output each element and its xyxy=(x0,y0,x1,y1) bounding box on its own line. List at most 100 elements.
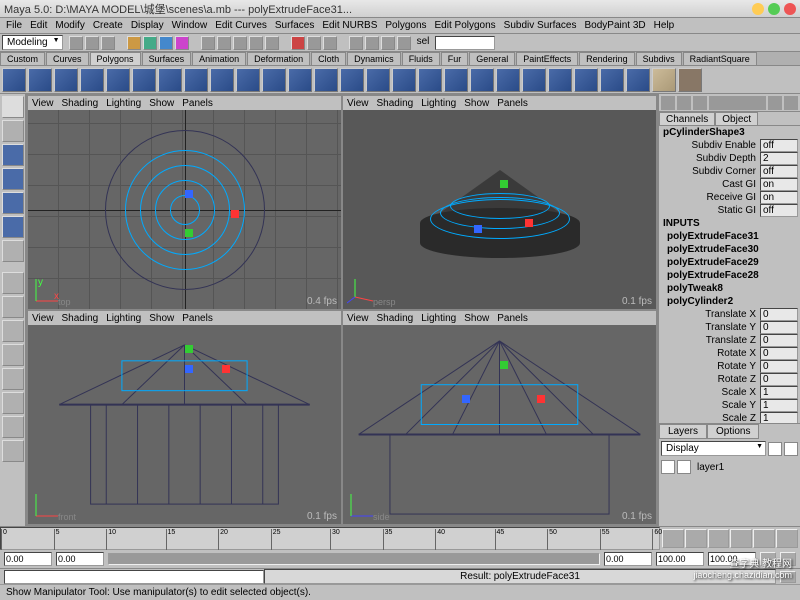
attr-value[interactable]: 1 xyxy=(760,386,798,399)
menu-help[interactable]: Help xyxy=(650,20,679,31)
status-icon[interactable] xyxy=(101,36,115,50)
snap-icon[interactable] xyxy=(249,36,263,50)
status-icon[interactable] xyxy=(69,36,83,50)
poly-tool-icon[interactable] xyxy=(210,68,234,92)
poly-tool-icon[interactable] xyxy=(392,68,416,92)
shelf-tab[interactable]: Dynamics xyxy=(347,52,401,65)
node-name[interactable]: pCylinderShape3 xyxy=(659,126,800,139)
snap-icon[interactable] xyxy=(217,36,231,50)
input-node[interactable]: polyExtrudeFace31 xyxy=(659,230,800,243)
shelf-tab[interactable]: Fluids xyxy=(402,52,440,65)
shelf-tab[interactable]: Surfaces xyxy=(142,52,192,65)
z-handle-icon[interactable] xyxy=(462,395,470,403)
status-icon[interactable] xyxy=(159,36,173,50)
poly-tool-icon[interactable] xyxy=(262,68,286,92)
attr-value[interactable]: 0 xyxy=(760,308,798,321)
mode-selector[interactable]: Modeling xyxy=(2,35,63,50)
poly-tool-icon[interactable] xyxy=(600,68,624,92)
vp-menu-lighting[interactable]: Lighting xyxy=(421,313,456,324)
poly-cone-icon[interactable] xyxy=(80,68,104,92)
vp-menu-view[interactable]: View xyxy=(347,98,369,109)
selection-field[interactable] xyxy=(435,36,495,50)
shelf-tab[interactable]: Animation xyxy=(192,52,246,65)
poly-tool-icon[interactable] xyxy=(366,68,390,92)
layer-type-toggle[interactable] xyxy=(677,460,691,474)
attr-value[interactable]: on xyxy=(760,191,798,204)
vp-menu-show[interactable]: Show xyxy=(149,98,174,109)
play-back-icon[interactable] xyxy=(708,529,730,548)
render-icon[interactable] xyxy=(381,36,395,50)
poly-tool-icon[interactable] xyxy=(548,68,572,92)
menu-polygons[interactable]: Polygons xyxy=(381,20,430,31)
poly-tool-icon[interactable] xyxy=(288,68,312,92)
magnet-icon[interactable] xyxy=(291,36,305,50)
shelf-icon[interactable] xyxy=(678,68,702,92)
rotate-tool-icon[interactable] xyxy=(2,168,24,190)
menu-file[interactable]: File xyxy=(2,20,26,31)
viewport-canvas[interactable]: 0.1 fps front xyxy=(28,325,341,524)
vp-menu-view[interactable]: View xyxy=(347,313,369,324)
shelf-tab[interactable]: Fur xyxy=(441,52,469,65)
poly-torus-icon[interactable] xyxy=(132,68,156,92)
layout-icon[interactable] xyxy=(2,368,24,390)
vp-menu-shading[interactable]: Shading xyxy=(62,98,99,109)
manip-tool-icon[interactable] xyxy=(2,216,24,238)
snap-icon[interactable] xyxy=(265,36,279,50)
menu-bodypaint[interactable]: BodyPaint 3D xyxy=(581,20,650,31)
menu-modify[interactable]: Modify xyxy=(51,20,88,31)
attr-value[interactable]: 2 xyxy=(760,152,798,165)
vp-menu-shading[interactable]: Shading xyxy=(377,313,414,324)
layout-icon[interactable] xyxy=(2,320,24,342)
menu-window[interactable]: Window xyxy=(168,20,212,31)
vp-menu-view[interactable]: View xyxy=(32,98,54,109)
input-node[interactable]: polyCylinder2 xyxy=(659,295,800,308)
vp-menu-panels[interactable]: Panels xyxy=(182,98,213,109)
panel-icon[interactable] xyxy=(768,96,782,110)
menu-subdiv[interactable]: Subdiv Surfaces xyxy=(500,20,581,31)
poly-tool-icon[interactable] xyxy=(340,68,364,92)
layer-row[interactable]: layer1 xyxy=(659,458,800,476)
new-layer-icon[interactable] xyxy=(768,442,782,456)
vp-menu-show[interactable]: Show xyxy=(464,98,489,109)
poly-tool-icon[interactable] xyxy=(158,68,182,92)
shelf-tab[interactable]: Curves xyxy=(46,52,89,65)
viewport-canvas[interactable]: 0.4 fps top xy xyxy=(28,110,341,309)
time-slider[interactable]: 0 5 10 15 20 25 30 35 40 45 50 55 60 xyxy=(0,526,800,550)
current-time[interactable] xyxy=(604,552,652,566)
status-icon[interactable] xyxy=(143,36,157,50)
viewport-canvas[interactable]: 0.1 fps side xyxy=(343,325,656,524)
shelf-tab[interactable]: Cloth xyxy=(311,52,346,65)
z-handle-icon[interactable] xyxy=(474,225,482,233)
menu-display[interactable]: Display xyxy=(127,20,168,31)
last-tool-icon[interactable] xyxy=(2,240,24,262)
panel-icon[interactable] xyxy=(677,96,691,110)
select-tool-icon[interactable] xyxy=(2,96,24,118)
attr-value[interactable]: 0 xyxy=(760,360,798,373)
mel-icon[interactable] xyxy=(652,68,676,92)
poly-tool-icon[interactable] xyxy=(444,68,468,92)
status-icon[interactable] xyxy=(127,36,141,50)
play-end-icon[interactable] xyxy=(776,529,798,548)
attr-value[interactable]: 0 xyxy=(760,373,798,386)
tab-options[interactable]: Options xyxy=(707,424,759,439)
attr-value[interactable]: 0 xyxy=(760,321,798,334)
render-icon[interactable] xyxy=(349,36,363,50)
x-handle-icon[interactable] xyxy=(525,219,533,227)
poly-sphere-icon[interactable] xyxy=(2,68,26,92)
shelf-tab[interactable]: Deformation xyxy=(247,52,310,65)
shelf-tab[interactable]: RadiantSquare xyxy=(683,52,757,65)
vp-menu-lighting[interactable]: Lighting xyxy=(421,98,456,109)
layout-icon[interactable] xyxy=(2,440,24,462)
input-node[interactable]: polyTweak8 xyxy=(659,282,800,295)
status-icon[interactable] xyxy=(323,36,337,50)
mel-input[interactable] xyxy=(4,570,264,584)
poly-tool-icon[interactable] xyxy=(522,68,546,92)
range-min[interactable] xyxy=(56,552,104,566)
poly-tool-icon[interactable] xyxy=(184,68,208,92)
poly-cube-icon[interactable] xyxy=(28,68,52,92)
layer-display-mode[interactable]: Display xyxy=(661,441,766,456)
menu-editpolygons[interactable]: Edit Polygons xyxy=(431,20,500,31)
vp-menu-view[interactable]: View xyxy=(32,313,54,324)
vp-menu-panels[interactable]: Panels xyxy=(497,98,528,109)
poly-tool-icon[interactable] xyxy=(496,68,520,92)
